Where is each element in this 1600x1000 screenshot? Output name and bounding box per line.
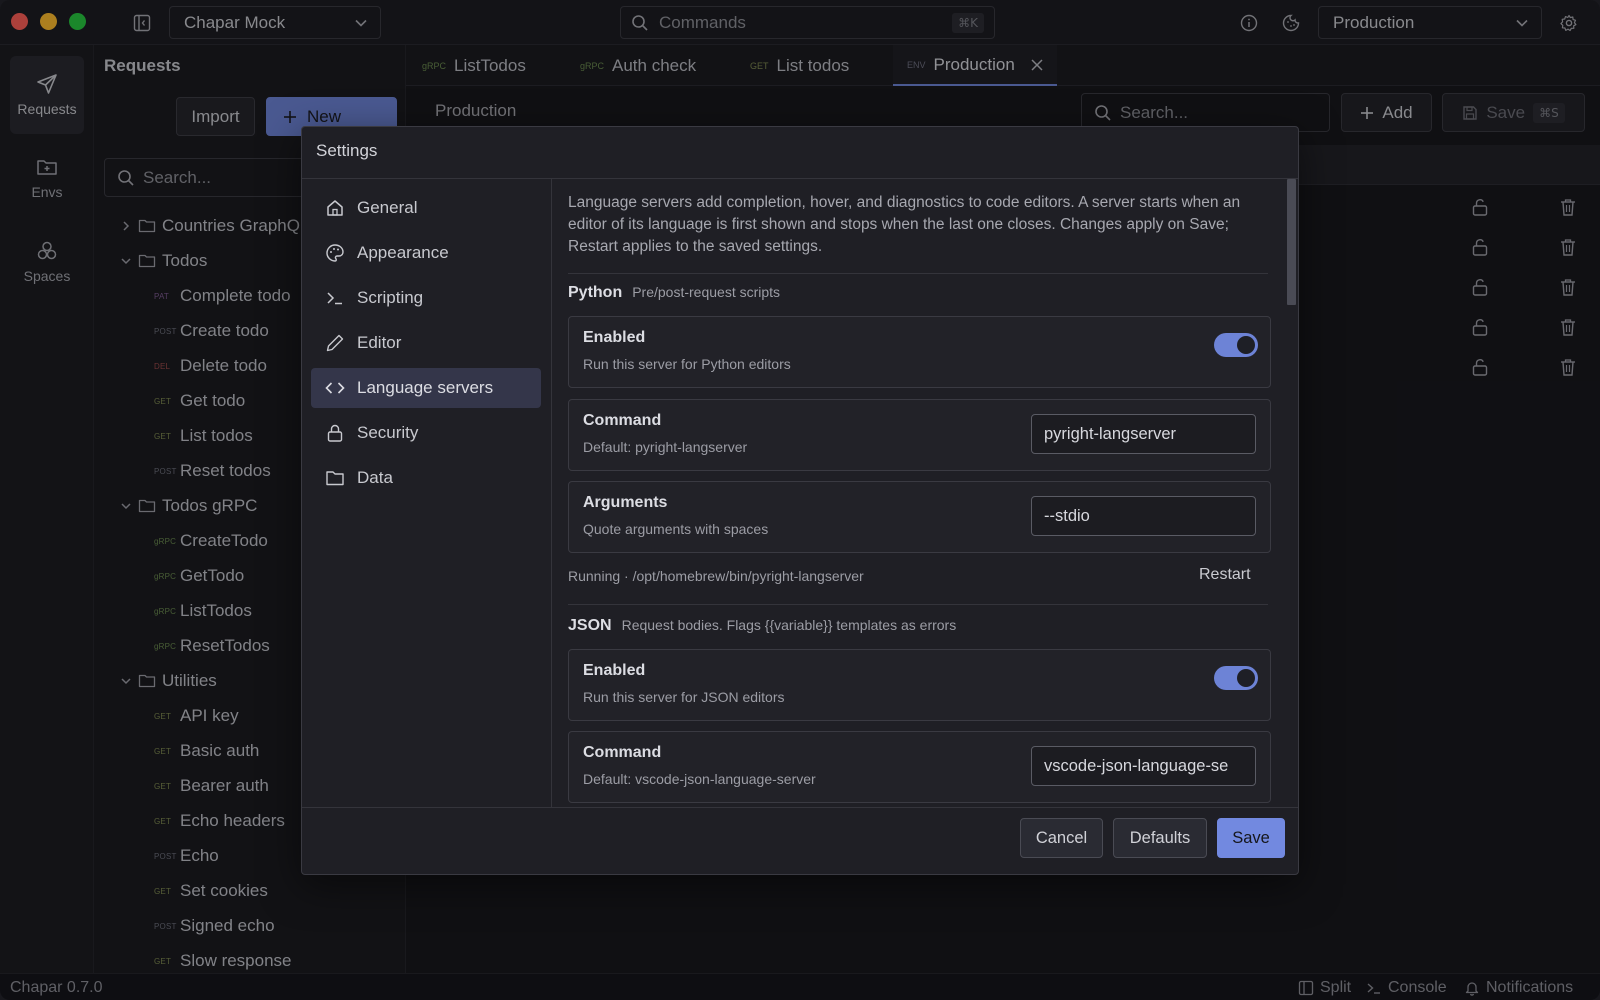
nav-item-label: General <box>357 198 418 217</box>
json-section-desc: Request bodies. Flags {{variable}} templ… <box>621 617 957 633</box>
nav-item-scripting[interactable]: Scripting <box>311 278 541 318</box>
json-enabled-sub: Run this server for JSON editors <box>583 689 785 705</box>
python-enabled-card: Enabled Run this server for Python edito… <box>568 316 1271 388</box>
settings-dialog: Settings General Appearance Scripting Ed… <box>301 126 1299 875</box>
python-server-status: Running · /opt/homebrew/bin/pyright-lang… <box>568 568 864 584</box>
palette-icon <box>325 243 345 263</box>
python-command-label: Command <box>583 412 662 429</box>
nav-item-appearance[interactable]: Appearance <box>311 233 541 273</box>
python-enabled-label: Enabled <box>583 329 646 346</box>
divider <box>568 604 1268 605</box>
python-restart-button[interactable]: Restart <box>1199 566 1251 584</box>
folder-icon <box>325 468 345 488</box>
language-servers-panel[interactable]: Language servers add completion, hover, … <box>553 179 1297 807</box>
code-icon <box>325 378 345 398</box>
nav-item-label: Language servers <box>357 378 494 397</box>
python-command-sub: Default: pyright-langserver <box>583 439 748 455</box>
lock-icon <box>325 423 345 443</box>
python-arguments-input[interactable] <box>1031 496 1256 536</box>
json-command-card: Command Default: vscode-json-language-se… <box>568 731 1271 803</box>
nav-item-label: Editor <box>357 333 402 352</box>
nav-item-label: Scripting <box>357 288 424 307</box>
json-enabled-label: Enabled <box>583 662 646 679</box>
save-button[interactable]: Save <box>1217 818 1285 858</box>
python-section-desc: Pre/post-request scripts <box>632 284 781 300</box>
intro-text: Language servers add completion, hover, … <box>568 194 1241 255</box>
nav-item-language-servers[interactable]: Language servers <box>311 368 541 408</box>
python-arguments-sub: Quote arguments with spaces <box>583 521 769 537</box>
nav-item-label: Appearance <box>357 243 449 262</box>
cancel-button[interactable]: Cancel <box>1020 818 1103 858</box>
python-command-card: Command Default: pyright-langserver <box>568 399 1271 471</box>
divider <box>568 273 1268 274</box>
terminal-icon <box>325 288 345 308</box>
pencil-icon <box>325 333 345 353</box>
json-section-header: JSON Request bodies. Flags {{variable}} … <box>568 617 956 635</box>
nav-item-general[interactable]: General <box>311 188 541 228</box>
json-enabled-toggle[interactable] <box>1214 666 1258 690</box>
nav-item-editor[interactable]: Editor <box>311 323 541 363</box>
nav-item-data[interactable]: Data <box>311 458 541 498</box>
nav-item-label: Data <box>357 468 393 487</box>
json-command-input[interactable] <box>1031 746 1256 786</box>
scrollbar-thumb[interactable] <box>1287 179 1296 305</box>
python-arguments-label: Arguments <box>583 494 668 511</box>
nav-item-security[interactable]: Security <box>311 413 541 453</box>
json-enabled-card: Enabled Run this server for JSON editors <box>568 649 1271 721</box>
python-section-header: Python Pre/post-request scripts <box>568 284 780 302</box>
python-enabled-sub: Run this server for Python editors <box>583 356 791 372</box>
json-command-sub: Default: vscode-json-language-server <box>583 771 816 787</box>
python-enabled-toggle[interactable] <box>1214 333 1258 357</box>
json-command-label: Command <box>583 744 662 761</box>
python-arguments-card: Arguments Quote arguments with spaces <box>568 481 1271 553</box>
nav-item-label: Security <box>357 423 419 442</box>
python-command-input[interactable] <box>1031 414 1256 454</box>
python-section-title: Python <box>568 284 623 301</box>
json-section-title: JSON <box>568 617 612 634</box>
dialog-footer: Cancel Defaults Save <box>302 807 1298 874</box>
settings-nav: General Appearance Scripting Editor Lang… <box>302 179 552 807</box>
dialog-title: Settings <box>316 141 378 160</box>
app-window: Chapar Mock Commands ⌘K Production Reque… <box>0 0 1600 1000</box>
defaults-button[interactable]: Defaults <box>1113 818 1207 858</box>
home-icon <box>325 198 345 218</box>
